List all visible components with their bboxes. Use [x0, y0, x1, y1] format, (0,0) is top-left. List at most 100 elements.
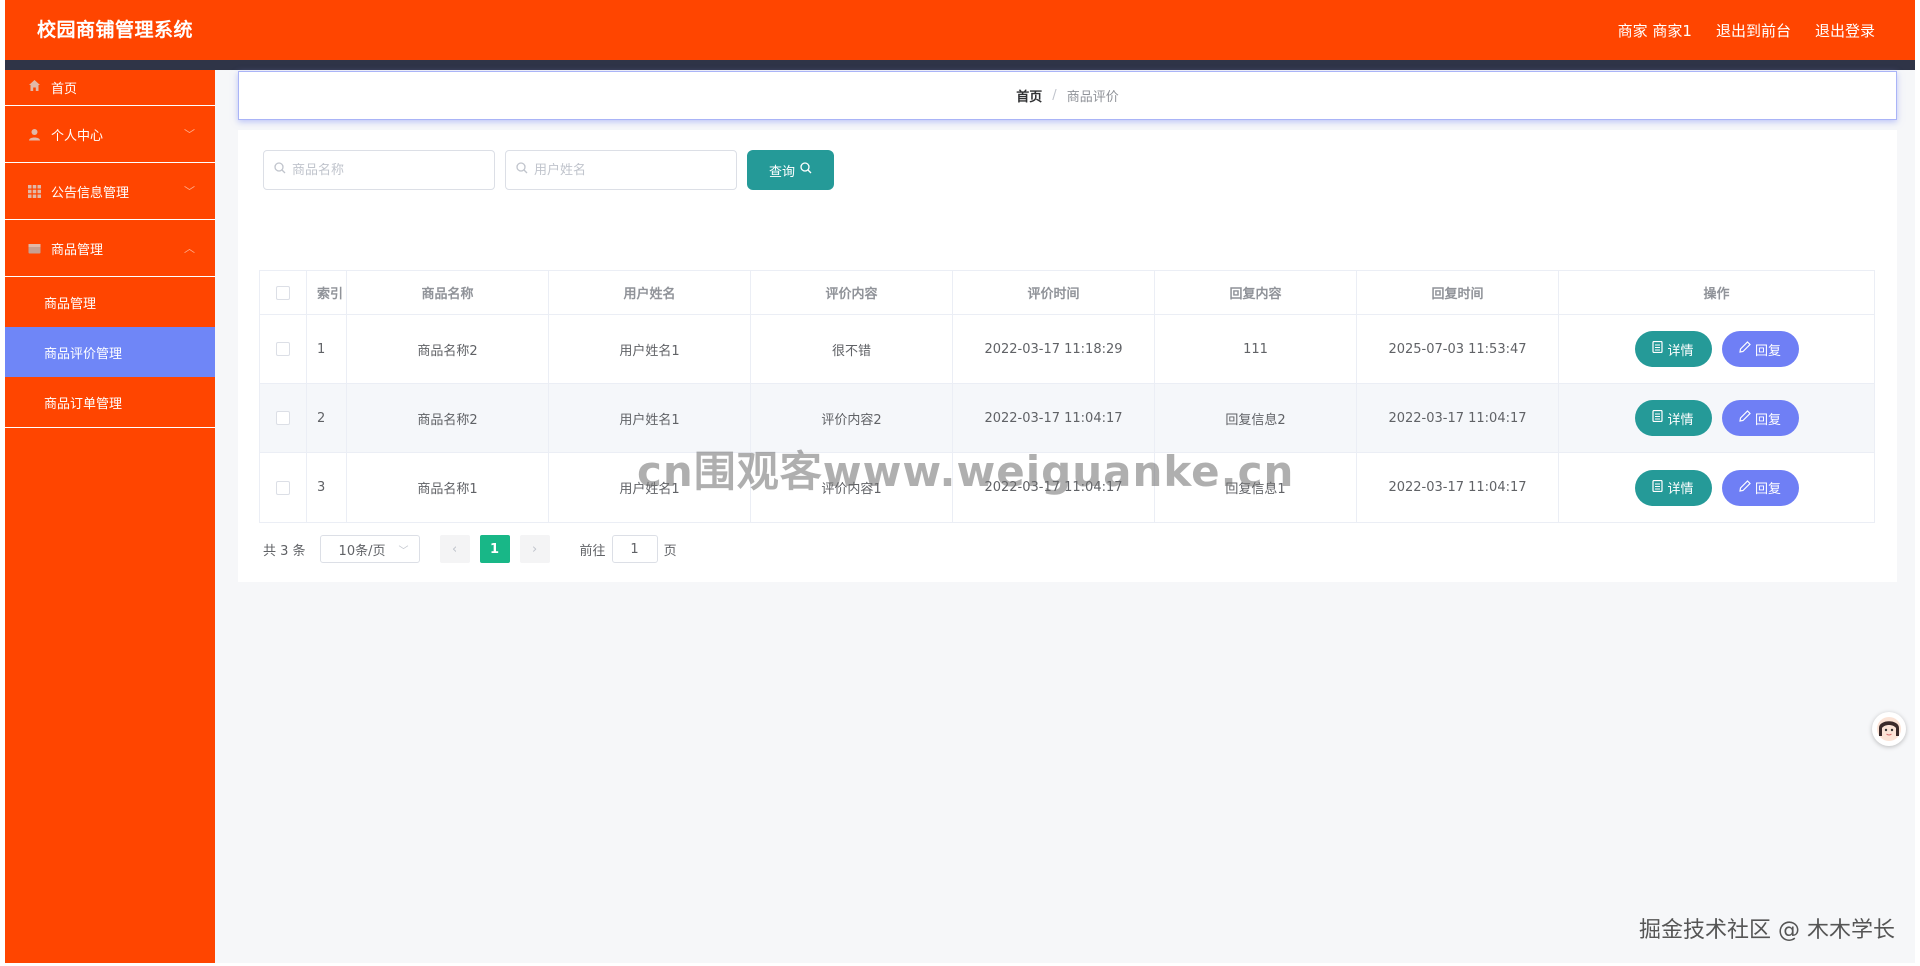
user-name-input[interactable]: [534, 162, 714, 178]
cell-index: 1: [307, 315, 347, 383]
cell-index: 2: [307, 384, 347, 452]
row-checkbox[interactable]: [276, 411, 290, 425]
cell-actions: 详情 回复: [1559, 315, 1874, 383]
detail-button[interactable]: 详情: [1634, 469, 1712, 506]
page-unit-label: 页: [663, 543, 677, 559]
user-name-search[interactable]: [505, 150, 737, 190]
goods-name-search[interactable]: [263, 150, 495, 190]
col-header-actions: 操作: [1703, 287, 1730, 302]
sidebar-item-label: 个人中心: [51, 128, 104, 144]
logout-link[interactable]: 退出登录: [1815, 20, 1875, 41]
select-all-checkbox[interactable]: [276, 285, 290, 300]
edit-icon: [1739, 341, 1751, 357]
header-divider-strip: [5, 60, 1915, 70]
reply-label: 回复: [1754, 482, 1781, 497]
next-page-button[interactable]: ›: [519, 535, 550, 563]
goods-submenu: 商品管理 商品评价管理 商品订单管理: [5, 277, 215, 428]
table-row: 2 商品名称2 用户姓名1 评价内容2 2022-03-17 11:04:17 …: [260, 384, 1874, 453]
sidebar-item-home[interactable]: 首页: [5, 70, 215, 106]
table-row: 3 商品名称1 用户姓名1 评价内容1 2022-03-17 11:04:17 …: [260, 453, 1874, 522]
user-icon: [27, 127, 41, 141]
document-icon: [1652, 340, 1664, 357]
cell-reply-time: 2025-07-03 11:53:47: [1357, 315, 1559, 383]
cell-reply-content: 111: [1155, 315, 1357, 383]
cell-index: 3: [307, 453, 347, 522]
detail-label: 详情: [1667, 343, 1694, 359]
cell-reply-time: 2022-03-17 11:04:17: [1357, 453, 1559, 522]
cell-review-content: 评价内容1: [751, 453, 953, 522]
reply-button[interactable]: 回复: [1721, 469, 1799, 506]
sidebar-subitem-review-manage[interactable]: 商品评价管理: [5, 327, 215, 377]
document-icon: [1652, 409, 1664, 426]
cell-goods-name: 商品名称1: [347, 453, 549, 522]
breadcrumb: 首页 / 商品评价: [238, 71, 1897, 120]
breadcrumb-home[interactable]: 首页: [1016, 86, 1042, 105]
cell-review-content: 很不错: [751, 315, 953, 383]
page-size-select[interactable]: 10条/页 ﹀: [319, 535, 420, 563]
cell-user-name: 用户姓名1: [549, 315, 751, 383]
chevron-right-icon: ›: [531, 541, 538, 557]
chevron-up-icon: ︿: [184, 242, 195, 255]
chevron-down-icon: ﹀: [184, 185, 195, 198]
prev-page-button[interactable]: ‹: [439, 535, 470, 563]
col-header-reply-time: 回复时间: [1357, 271, 1559, 314]
sidebar-item-goods[interactable]: 商品管理 ︿: [5, 220, 215, 277]
row-checkbox[interactable]: [276, 342, 290, 356]
cell-review-time: 2022-03-17 11:04:17: [953, 384, 1155, 452]
page-size-value: 10条/页: [338, 543, 386, 559]
assistant-avatar[interactable]: [1872, 712, 1906, 746]
reviews-table: 索引 商品名称 用户姓名 评价内容 评价时间 回复内容 回复时间 操作 1 商品…: [259, 270, 1875, 523]
avatar-icon: [1877, 717, 1901, 741]
detail-button[interactable]: 详情: [1634, 331, 1712, 367]
query-button[interactable]: 查询: [747, 150, 834, 190]
sidebar-item-label: 首页: [51, 82, 78, 97]
row-checkbox[interactable]: [276, 480, 290, 495]
edit-icon: [1739, 410, 1751, 426]
page-number-current[interactable]: 1: [479, 535, 510, 563]
home-icon: [27, 78, 41, 92]
detail-label: 详情: [1667, 412, 1694, 428]
reply-label: 回复: [1754, 412, 1781, 428]
reply-label: 回复: [1754, 343, 1781, 359]
col-header-user-name: 用户姓名: [549, 271, 751, 314]
cell-review-content: 评价内容2: [751, 384, 953, 452]
cell-reply-content: 回复信息1: [1155, 453, 1357, 522]
col-header-reply-content: 回复内容: [1155, 271, 1357, 314]
cell-review-time: 2022-03-17 11:04:17: [953, 453, 1155, 522]
sidebar-subitem-goods-manage[interactable]: 商品管理: [5, 277, 215, 327]
goto-page-input[interactable]: [611, 535, 658, 563]
cell-review-time: 2022-03-17 11:18:29: [953, 315, 1155, 383]
col-header-review-time: 评价时间: [953, 271, 1155, 314]
cell-actions: 详情 回复: [1559, 384, 1874, 452]
cell-reply-time: 2022-03-17 11:04:17: [1357, 384, 1559, 452]
sidebar-item-notice[interactable]: 公告信息管理 ﹀: [5, 163, 215, 220]
box-icon: [27, 241, 41, 255]
app-title: 校园商铺管理系统: [37, 19, 194, 41]
sidebar-item-label: 商品管理: [51, 242, 104, 258]
reply-button[interactable]: 回复: [1721, 400, 1799, 436]
cell-reply-content: 回复信息2: [1155, 384, 1357, 452]
document-icon: [1652, 479, 1664, 496]
goods-name-input[interactable]: [292, 162, 472, 178]
search-icon: [274, 162, 286, 178]
chevron-left-icon: ‹: [451, 541, 458, 557]
sidebar: 首页 个人中心 ﹀ 公告信息管理 ﹀ 商品管理 ︿ 商品管理 商品评价管理 商品…: [5, 70, 215, 963]
detail-label: 详情: [1667, 482, 1694, 497]
pagination-total: 共 3 条: [263, 543, 306, 559]
current-user[interactable]: 商家 商家1: [1618, 20, 1692, 41]
exit-to-front-link[interactable]: 退出到前台: [1716, 20, 1791, 41]
cell-goods-name: 商品名称2: [347, 384, 549, 452]
top-header: 校园商铺管理系统 商家 商家1 退出到前台 退出登录: [5, 0, 1915, 60]
col-header-review-content: 评价内容: [751, 271, 953, 314]
search-icon: [516, 162, 528, 178]
breadcrumb-current: 商品评价: [1066, 90, 1119, 105]
query-button-label: 查询: [768, 164, 795, 180]
breadcrumb-separator: /: [1052, 88, 1057, 103]
table-row: 1 商品名称2 用户姓名1 很不错 2022-03-17 11:18:29 11…: [260, 315, 1874, 384]
content-card: 查询 索引 商品名称 用户姓名 评价内容 评价时间 回复内容 回复时间 操作 1…: [238, 130, 1897, 582]
goto-label: 前往: [579, 543, 606, 559]
detail-button[interactable]: 详情: [1634, 400, 1712, 436]
reply-button[interactable]: 回复: [1721, 331, 1799, 367]
sidebar-subitem-order-manage[interactable]: 商品订单管理: [5, 377, 215, 427]
sidebar-item-personal-center[interactable]: 个人中心 ﹀: [5, 106, 215, 163]
